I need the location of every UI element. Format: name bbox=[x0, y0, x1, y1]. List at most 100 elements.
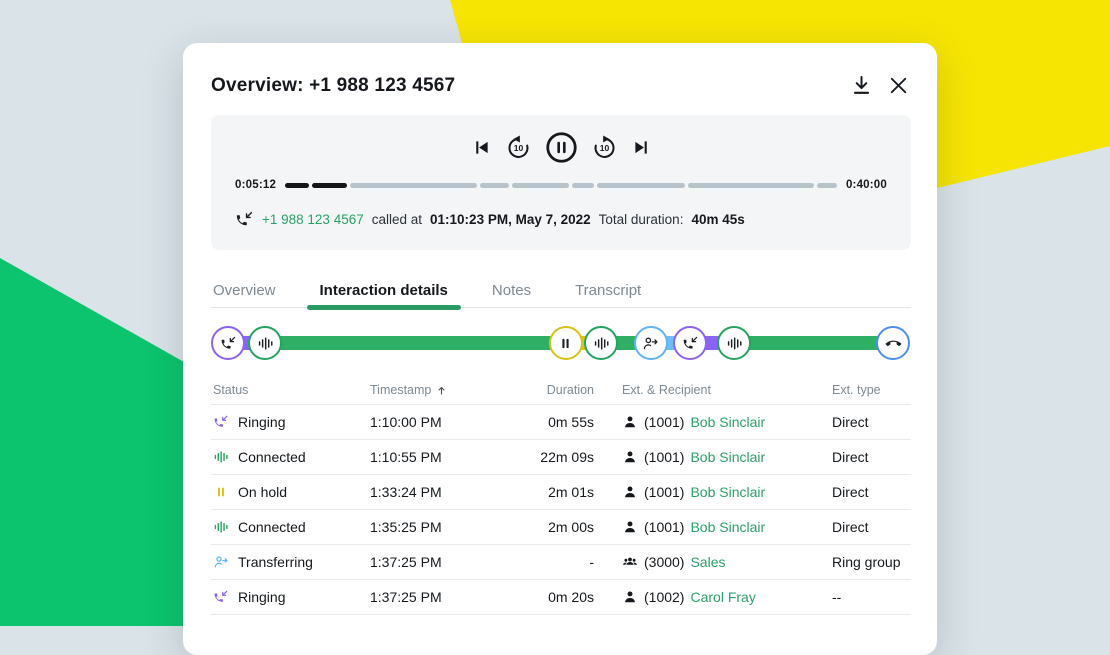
status-label: Ringing bbox=[238, 414, 285, 430]
table-row[interactable]: Ringing1:37:25 PM0m 20s(1002)Carol Fray-… bbox=[211, 580, 911, 615]
extension-number: (1002) bbox=[644, 589, 684, 605]
waveform-icon bbox=[213, 519, 229, 535]
timestamp-cell: 1:37:25 PM bbox=[370, 589, 522, 605]
timeline-segment-green bbox=[734, 336, 893, 350]
table-row[interactable]: On hold1:33:24 PM2m 01s (1001) Bob Sinclai… bbox=[211, 475, 911, 510]
waveform-icon bbox=[257, 335, 274, 352]
column-header-label: Timestamp bbox=[370, 383, 431, 397]
seekbar[interactable] bbox=[285, 183, 837, 188]
tab-bar: Overview Interaction details Notes Transcri… bbox=[211, 273, 911, 308]
tab-overview[interactable]: Overview bbox=[213, 273, 276, 307]
seekbar-segment-remaining bbox=[480, 183, 509, 188]
status-cell: On hold bbox=[213, 484, 370, 500]
forward-10-button[interactable]: 10 bbox=[591, 134, 618, 161]
timestamp-cell: 1:35:25 PM bbox=[370, 519, 522, 535]
recipient-name[interactable]: Bob Sinclair bbox=[690, 449, 765, 465]
svg-text:10: 10 bbox=[599, 143, 609, 153]
duration-cell: 0m 20s bbox=[522, 589, 594, 605]
status-cell: Ringing bbox=[213, 414, 370, 430]
tab-label: Transcript bbox=[575, 282, 641, 299]
duration-cell: 0m 55s bbox=[522, 414, 594, 430]
sort-ascending-icon bbox=[435, 384, 448, 397]
status-cell: Ringing bbox=[213, 589, 370, 605]
recipient-cell: (3000) Sales bbox=[594, 554, 832, 570]
column-header-status[interactable]: Status bbox=[213, 383, 370, 397]
person-icon bbox=[622, 449, 638, 465]
pause-icon bbox=[557, 335, 574, 352]
phone-incoming-icon bbox=[235, 210, 254, 229]
recipient-name[interactable]: Sales bbox=[690, 554, 725, 570]
status-label: Connected bbox=[238, 519, 306, 535]
called-at-label: called at bbox=[372, 212, 422, 227]
table-row[interactable]: Connected1:10:55 PM22m 09s(1001)Bob Sinc… bbox=[211, 440, 911, 475]
ext-type-cell: Direct bbox=[832, 414, 909, 430]
forward-10-icon: 10 bbox=[591, 134, 618, 161]
call-overview-modal: Overview: +1 988 123 4567 1010 0:05:12 0… bbox=[183, 43, 937, 655]
pause-button[interactable] bbox=[545, 131, 578, 164]
extension-number: (1001) bbox=[644, 484, 684, 500]
timeline-event-phone-incoming[interactable] bbox=[211, 326, 245, 360]
download-button[interactable] bbox=[849, 73, 874, 98]
recipient-cell: (1001)Bob Sinclair bbox=[594, 519, 832, 535]
recipient-name[interactable]: Bob Sinclair bbox=[690, 484, 765, 500]
table-row[interactable]: Connected1:35:25 PM2m 00s(1001)Bob Sincl… bbox=[211, 510, 911, 545]
timeline-event-waveform[interactable] bbox=[248, 326, 282, 360]
timestamp-cell: 1:37:25 PM bbox=[370, 554, 522, 570]
skip-previous-button[interactable] bbox=[471, 137, 492, 158]
tab-label: Interaction details bbox=[320, 282, 448, 299]
active-tab-underline bbox=[307, 305, 461, 310]
phone-incoming-icon bbox=[220, 335, 237, 352]
column-header-label: Ext. & Recipient bbox=[622, 383, 711, 397]
recipient-cell: (1002) Carol Fray bbox=[594, 589, 832, 605]
replay-10-icon: 10 bbox=[505, 134, 532, 161]
timeline-event-person-arrow[interactable] bbox=[634, 326, 668, 360]
table-row[interactable]: Transferring1:37:25 PM-(3000)SalesRing g… bbox=[211, 545, 911, 580]
tab-notes[interactable]: Notes bbox=[492, 273, 531, 307]
tab-interaction-details[interactable]: Interaction details bbox=[320, 273, 448, 307]
tab-transcript[interactable]: Transcript bbox=[575, 273, 641, 307]
column-header-label: Duration bbox=[547, 383, 594, 397]
timestamp-cell: 1:10:55 PM bbox=[370, 449, 522, 465]
phone-incoming-icon bbox=[213, 589, 229, 605]
ext-type-cell: Direct bbox=[832, 519, 909, 535]
column-header-ext-type[interactable]: Ext. type bbox=[832, 383, 909, 397]
column-header-label: Ext. type bbox=[832, 383, 881, 397]
column-header-timestamp[interactable]: Timestamp bbox=[370, 383, 522, 397]
skip-next-icon bbox=[631, 137, 652, 158]
person-arrow-icon bbox=[213, 554, 229, 570]
status-label: Transferring bbox=[238, 554, 313, 570]
timeline-event-phone-incoming[interactable] bbox=[673, 326, 707, 360]
timestamp-cell: 1:33:24 PM bbox=[370, 484, 522, 500]
recipient-name[interactable]: Bob Sinclair bbox=[690, 519, 765, 535]
skip-next-button[interactable] bbox=[631, 137, 652, 158]
status-label: Ringing bbox=[238, 589, 285, 605]
pause-icon bbox=[213, 484, 229, 500]
timeline-segment-green bbox=[265, 336, 566, 350]
timeline-event-waveform[interactable] bbox=[584, 326, 618, 360]
recipient-name[interactable]: Bob Sinclair bbox=[690, 414, 765, 430]
timeline-event-pause[interactable] bbox=[549, 326, 583, 360]
recipient-cell: (1001)Bob Sinclair bbox=[594, 449, 832, 465]
status-cell: Connected bbox=[213, 449, 370, 465]
close-button[interactable] bbox=[886, 73, 911, 98]
player-panel: 1010 0:05:12 0:40:00 +1 988 123 4567 cal… bbox=[211, 115, 911, 250]
timeline-event-waveform[interactable] bbox=[717, 326, 751, 360]
column-header-label: Status bbox=[213, 383, 248, 397]
svg-text:10: 10 bbox=[513, 143, 523, 153]
skip-previous-icon bbox=[471, 137, 492, 158]
timeline-event-phone-end[interactable] bbox=[876, 326, 910, 360]
status-label: Connected bbox=[238, 449, 306, 465]
phone-incoming-icon bbox=[682, 335, 699, 352]
table-row[interactable]: Ringing1:10:00 PM0m 55s(1001)Bob Sinclai… bbox=[211, 405, 911, 440]
recipient-cell: (1001) Bob Sinclair bbox=[594, 484, 832, 500]
extension-number: (1001) bbox=[644, 414, 684, 430]
recipient-name[interactable]: Carol Fray bbox=[690, 589, 755, 605]
person-icon bbox=[622, 484, 638, 500]
replay-10-button[interactable]: 10 bbox=[505, 134, 532, 161]
ext-type-cell: Direct bbox=[832, 449, 909, 465]
phone-incoming-icon bbox=[213, 414, 229, 430]
column-header-ext-recipient[interactable]: Ext. & Recipient bbox=[594, 383, 832, 397]
extension-number: (3000) bbox=[644, 554, 684, 570]
duration-cell: 2m 01s bbox=[522, 484, 594, 500]
column-header-duration[interactable]: Duration bbox=[522, 383, 594, 397]
